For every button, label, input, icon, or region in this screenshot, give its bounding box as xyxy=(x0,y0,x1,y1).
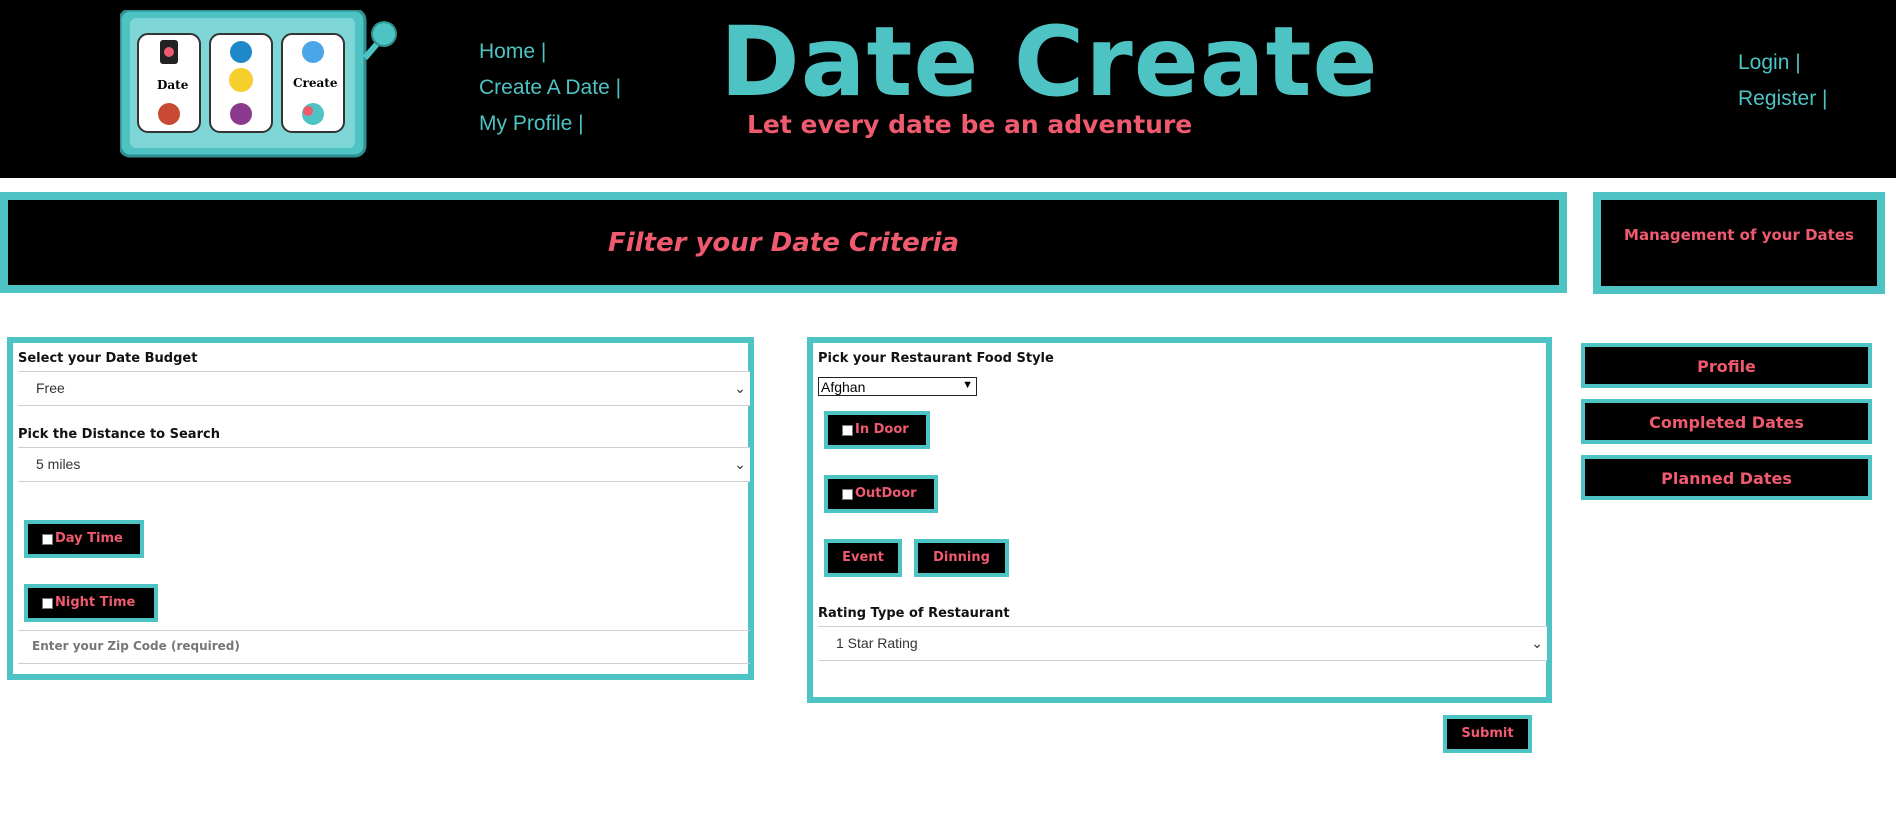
primary-nav: Home | Create A Date | My Profile | xyxy=(479,34,621,142)
site-tagline: Let every date be an adventure xyxy=(747,110,1193,139)
distance-select-value: 5 miles xyxy=(36,456,81,472)
zip-code-input[interactable]: Enter your Zip Code (required) xyxy=(18,630,750,664)
rating-select-value: 1 Star Rating xyxy=(836,635,918,651)
out-door-toggle[interactable]: OutDoor xyxy=(824,475,938,513)
planned-dates-button[interactable]: Planned Dates xyxy=(1581,455,1872,500)
completed-dates-button[interactable]: Completed Dates xyxy=(1581,399,1872,444)
nav-home-link[interactable]: Home | xyxy=(479,34,621,70)
rating-label: Rating Type of Restaurant xyxy=(818,606,1010,621)
distance-select[interactable]: 5 miles ⌄ xyxy=(18,447,750,482)
nav-register-link[interactable]: Register | xyxy=(1738,81,1828,117)
budget-select[interactable]: Free ⌄ xyxy=(18,371,750,406)
chevron-down-icon: ⌄ xyxy=(734,456,746,472)
day-time-toggle[interactable]: Day Time xyxy=(24,520,144,558)
zip-code-placeholder: Enter your Zip Code (required) xyxy=(32,639,240,653)
site-header: Date Create Home | Create A Date | My Pr… xyxy=(0,0,1896,178)
out-door-checkbox[interactable] xyxy=(842,489,853,500)
nav-create-date-link[interactable]: Create A Date | xyxy=(479,70,621,106)
food-style-select[interactable]: Afghan ▼ xyxy=(818,377,977,396)
profile-button-label: Profile xyxy=(1697,357,1756,376)
night-time-toggle[interactable]: Night Time xyxy=(24,584,158,622)
night-time-checkbox[interactable] xyxy=(42,598,53,609)
nav-login-link[interactable]: Login | xyxy=(1738,45,1828,81)
in-door-toggle[interactable]: In Door xyxy=(824,411,930,449)
profile-button[interactable]: Profile xyxy=(1581,343,1872,388)
in-door-checkbox[interactable] xyxy=(842,425,853,436)
chevron-down-icon: ⌄ xyxy=(1531,635,1543,651)
food-style-value: Afghan xyxy=(821,379,866,395)
rating-select[interactable]: 1 Star Rating ⌄ xyxy=(818,626,1547,661)
day-time-checkbox[interactable] xyxy=(42,534,53,545)
dinning-button-label: Dinning xyxy=(933,550,990,565)
restaurant-panel: Pick your Restaurant Food Style Afghan ▼… xyxy=(807,337,1552,703)
day-time-label: Day Time xyxy=(55,531,123,546)
management-banner: Management of your Dates xyxy=(1593,192,1885,294)
budget-distance-panel: Select your Date Budget Free ⌄ Pick the … xyxy=(7,337,754,680)
logo-reel-label-create: Create xyxy=(293,76,338,90)
event-button-label: Event xyxy=(842,550,884,565)
event-button[interactable]: Event xyxy=(824,539,902,577)
in-door-label: In Door xyxy=(855,422,909,437)
planned-dates-button-label: Planned Dates xyxy=(1661,469,1792,488)
site-title: Date Create xyxy=(720,6,1379,118)
food-style-label: Pick your Restaurant Food Style xyxy=(818,351,1054,366)
account-nav: Login | Register | xyxy=(1738,45,1828,117)
logo-reel-label-date: Date xyxy=(157,78,189,92)
chevron-down-icon: ⌄ xyxy=(734,380,746,396)
dinning-button[interactable]: Dinning xyxy=(914,539,1009,577)
filter-banner: Filter your Date Criteria xyxy=(0,192,1567,293)
distance-label: Pick the Distance to Search xyxy=(18,427,220,442)
chevron-down-icon: ▼ xyxy=(962,379,973,391)
out-door-label: OutDoor xyxy=(855,486,917,501)
slot-machine-logo[interactable]: Date Create xyxy=(118,8,400,160)
management-banner-title: Management of your Dates xyxy=(1624,226,1854,244)
completed-dates-button-label: Completed Dates xyxy=(1649,413,1804,432)
submit-button[interactable]: Submit xyxy=(1443,715,1532,753)
budget-select-value: Free xyxy=(36,380,65,396)
filter-banner-title: Filter your Date Criteria xyxy=(607,228,960,258)
night-time-label: Night Time xyxy=(55,595,136,610)
submit-button-label: Submit xyxy=(1461,726,1514,741)
budget-label: Select your Date Budget xyxy=(18,351,198,366)
nav-my-profile-link[interactable]: My Profile | xyxy=(479,106,621,142)
